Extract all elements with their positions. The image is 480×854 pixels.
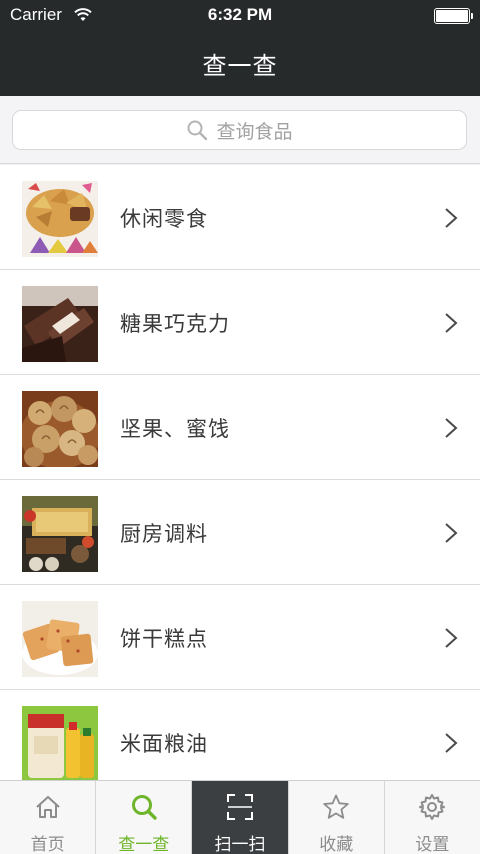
status-bar: Carrier 6:32 PM	[0, 0, 480, 32]
snacks-thumbnail	[22, 181, 98, 257]
chevron-right-icon	[445, 628, 458, 648]
category-label: 坚果、蜜饯	[120, 417, 230, 441]
category-label: 厨房调料	[120, 522, 208, 546]
tab-settings[interactable]: 设置	[385, 781, 480, 854]
page-title: 查一查	[202, 52, 278, 80]
tab-bar: 首页 查一查 扫一扫 收藏 设置	[0, 780, 480, 854]
category-label: 糖果巧克力	[120, 312, 230, 336]
search-input[interactable]: 查询食品	[12, 110, 467, 150]
search-placeholder: 查询食品	[216, 120, 293, 143]
tab-label: 设置	[415, 835, 450, 854]
clock: 6:32 PM	[207, 5, 273, 24]
chevron-right-icon	[445, 523, 458, 543]
nuts-thumbnail	[22, 391, 98, 467]
tab-search[interactable]: 查一查	[96, 781, 193, 854]
chevron-right-icon	[445, 208, 458, 228]
biscuits-thumbnail	[22, 601, 98, 677]
settings-icon	[419, 794, 446, 820]
category-label: 休闲零食	[120, 207, 208, 231]
category-label: 米面粮油	[120, 732, 208, 756]
tab-home[interactable]: 首页	[0, 781, 97, 854]
tab-label: 收藏	[319, 835, 354, 854]
tab-label: 首页	[30, 835, 65, 854]
home-icon	[35, 796, 60, 818]
search-icon	[187, 120, 208, 141]
search-icon	[131, 795, 157, 820]
tab-label: 查一查	[118, 835, 170, 854]
category-label: 饼干糕点	[120, 627, 208, 651]
rice-oil-thumbnail	[22, 706, 98, 782]
tab-scan[interactable]: 扫一扫	[192, 781, 289, 854]
category-list: 休闲零食 糖果巧克力 坚果、蜜饯 厨房调料 饼干糕点 米面粮油	[0, 165, 480, 795]
search-bar: 查询食品	[0, 96, 480, 164]
list-item-kitchen-seasoning[interactable]: 厨房调料	[0, 480, 480, 585]
chocolate-thumbnail	[22, 286, 98, 362]
tab-label: 扫一扫	[214, 835, 266, 854]
battery-icon	[434, 8, 473, 24]
list-item-candy-chocolate[interactable]: 糖果巧克力	[0, 270, 480, 375]
chevron-right-icon	[445, 313, 458, 333]
list-item-biscuits-pastries[interactable]: 饼干糕点	[0, 585, 480, 690]
chevron-right-icon	[445, 733, 458, 753]
star-icon	[323, 794, 349, 819]
top-bar: Carrier 6:32 PM 查一查	[0, 0, 480, 96]
seasoning-thumbnail	[22, 496, 98, 572]
chevron-right-icon	[445, 418, 458, 438]
list-item-snacks[interactable]: 休闲零食	[0, 165, 480, 270]
scan-icon	[227, 794, 253, 820]
tab-favorites[interactable]: 收藏	[289, 781, 385, 854]
list-item-nuts-preserves[interactable]: 坚果、蜜饯	[0, 375, 480, 480]
